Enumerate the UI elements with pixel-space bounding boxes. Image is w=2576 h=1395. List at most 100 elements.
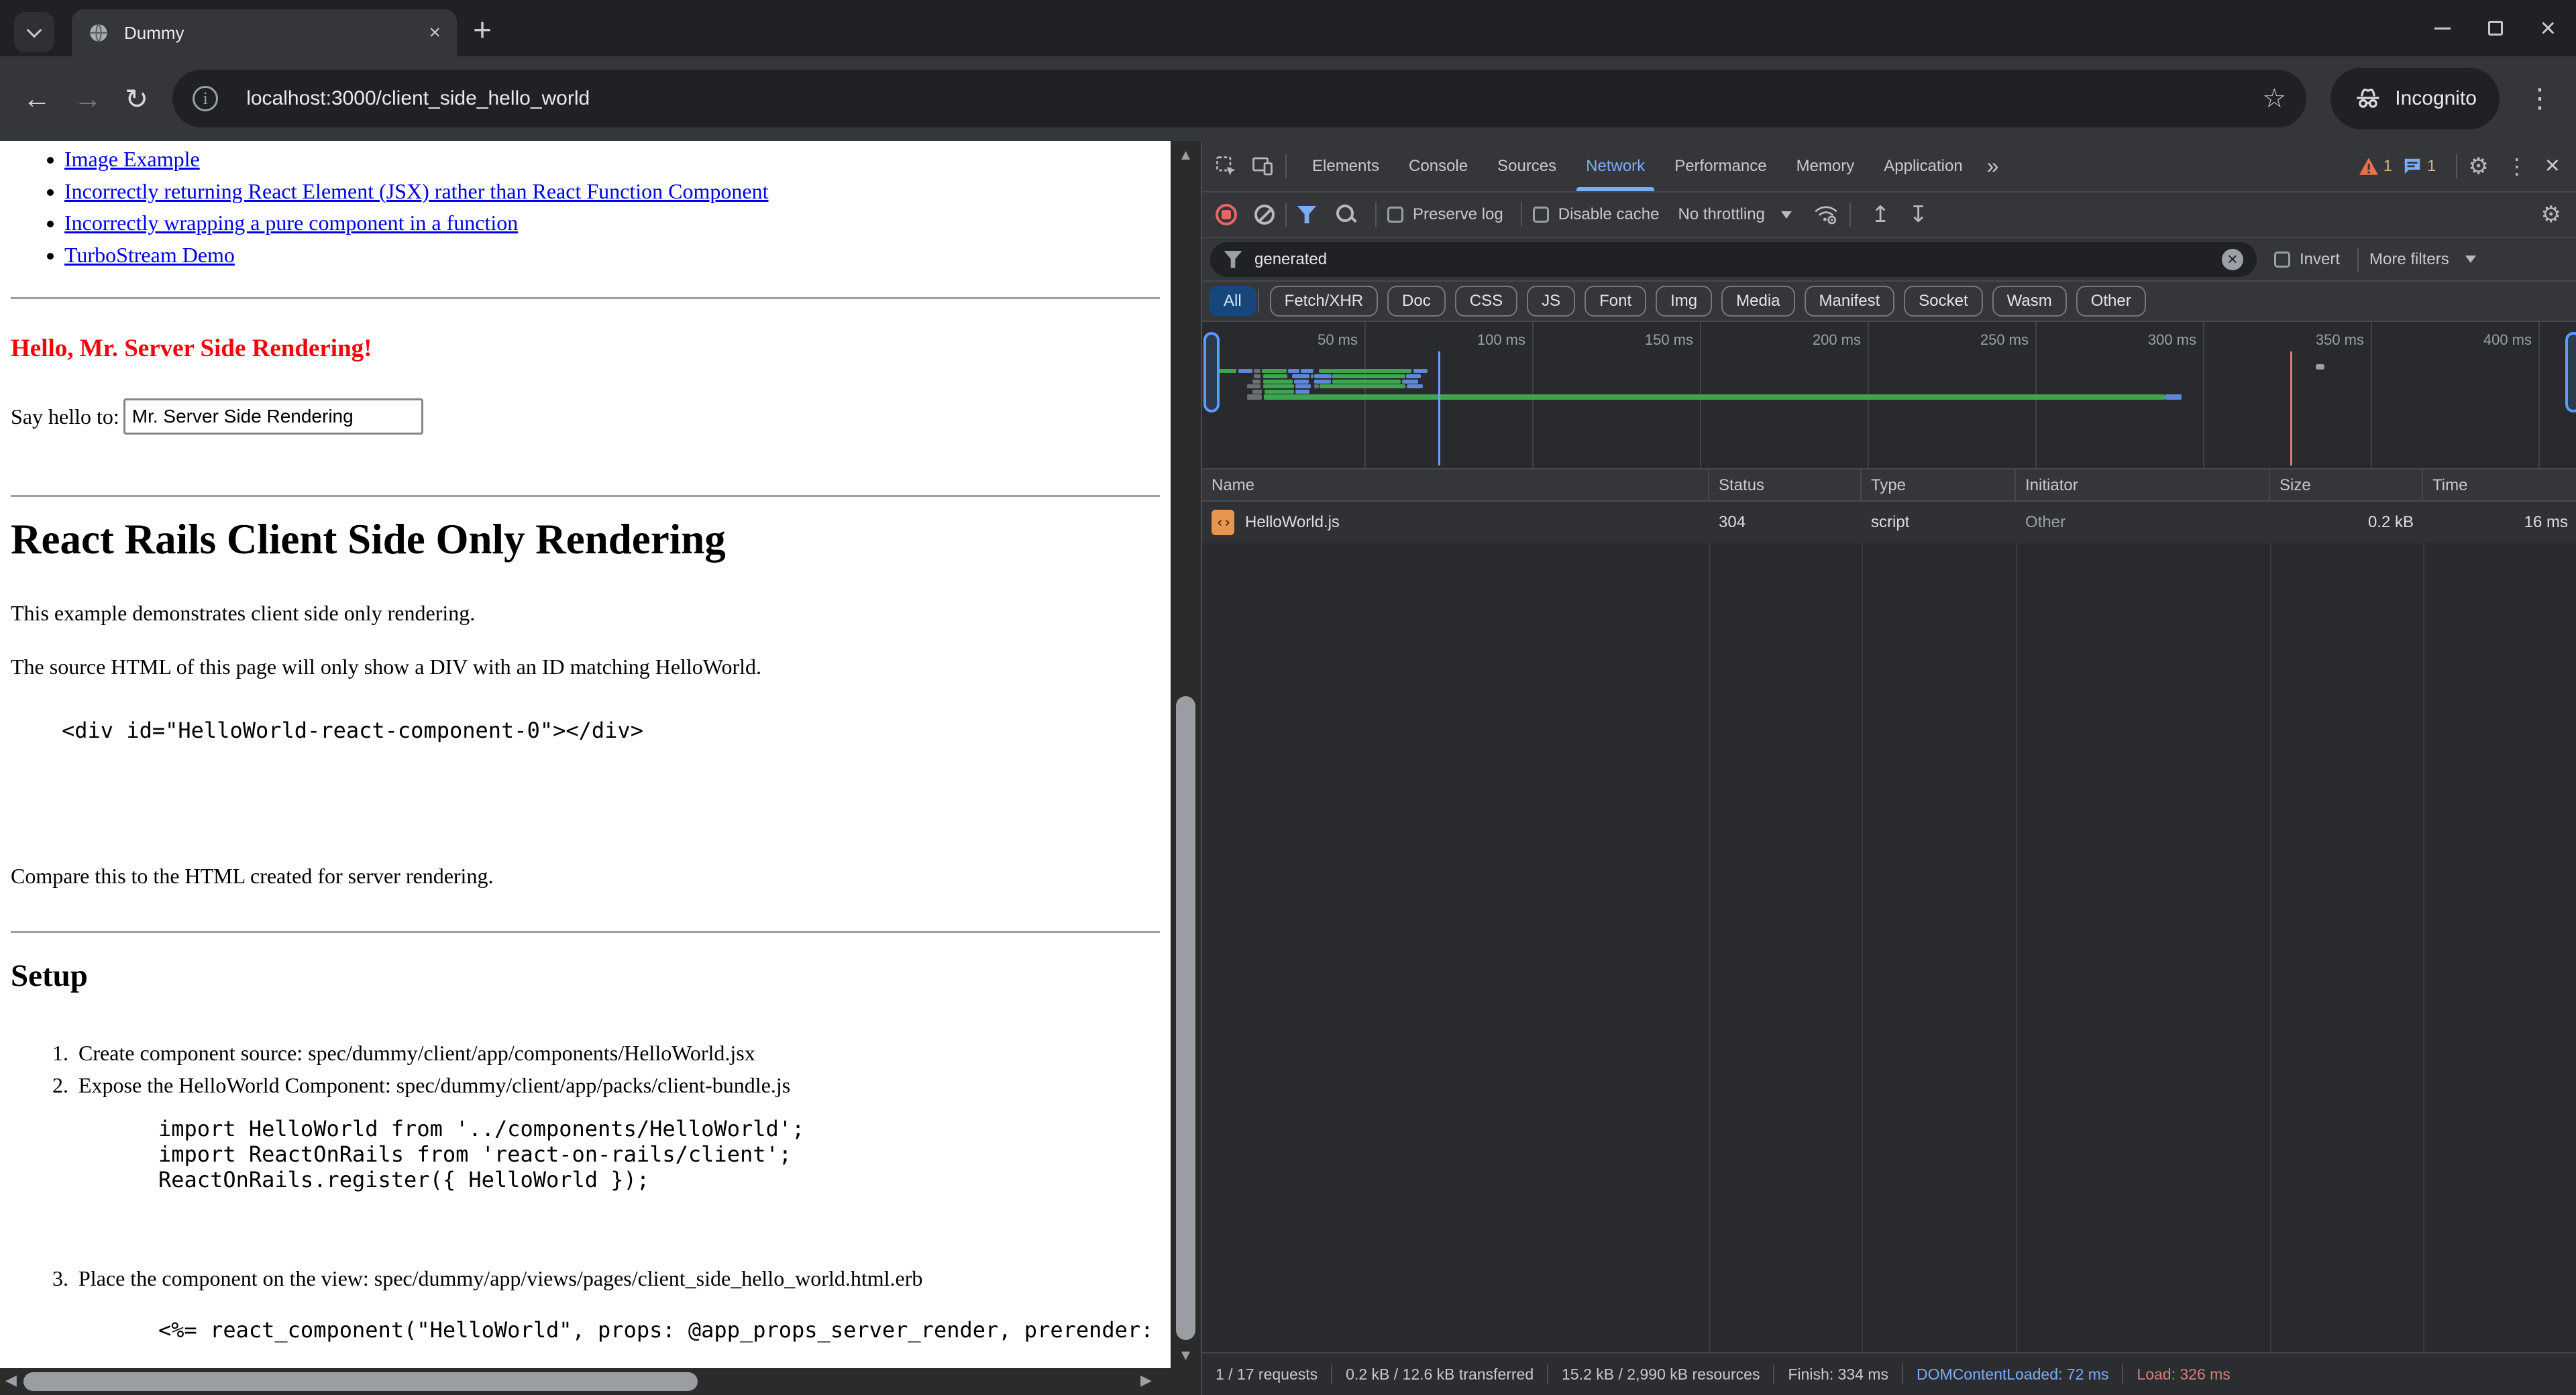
forward-icon[interactable]: → bbox=[74, 82, 102, 115]
restore-window-icon[interactable] bbox=[2488, 21, 2503, 36]
network-conditions-icon[interactable] bbox=[1813, 204, 1839, 225]
export-har-icon[interactable]: ↧ bbox=[1909, 201, 1928, 228]
tab-close-icon[interactable]: × bbox=[429, 23, 441, 43]
tab-search-button[interactable] bbox=[14, 12, 54, 52]
disable-cache-checkbox[interactable] bbox=[1533, 207, 1549, 223]
column-header-type[interactable]: Type bbox=[1862, 469, 2016, 502]
chip-img[interactable]: Img bbox=[1656, 286, 1712, 317]
chip-other[interactable]: Other bbox=[2076, 286, 2146, 317]
warning-count: 1 bbox=[2383, 157, 2392, 176]
column-header-initiator[interactable]: Initiator bbox=[2016, 469, 2270, 502]
back-icon[interactable]: ← bbox=[23, 82, 51, 115]
filter-icon[interactable] bbox=[1297, 206, 1316, 223]
link-pure-component[interactable]: Incorrectly wrapping a pure component in… bbox=[64, 211, 518, 235]
devtools-close-icon[interactable]: × bbox=[2545, 152, 2560, 180]
chevron-down-icon bbox=[2465, 256, 2476, 263]
filter-input[interactable]: generated × bbox=[1210, 242, 2257, 277]
scroll-right-icon[interactable]: ▶ bbox=[1140, 1372, 1152, 1389]
tab-sources[interactable]: Sources bbox=[1483, 141, 1571, 191]
preserve-log-checkbox[interactable] bbox=[1387, 207, 1403, 223]
column-header-size[interactable]: Size bbox=[2270, 469, 2423, 502]
chip-doc[interactable]: Doc bbox=[1387, 286, 1446, 317]
issues-icon[interactable] bbox=[2402, 156, 2423, 176]
chip-font[interactable]: Font bbox=[1585, 286, 1646, 317]
filter-value[interactable]: generated bbox=[1254, 250, 2210, 269]
bookmark-star-icon[interactable]: ☆ bbox=[2262, 83, 2286, 114]
request-status-cell[interactable]: 304 bbox=[1709, 502, 1862, 543]
search-icon[interactable] bbox=[1336, 205, 1356, 225]
close-window-icon[interactable]: × bbox=[2540, 15, 2556, 42]
tab-performance[interactable]: Performance bbox=[1660, 141, 1781, 191]
scroll-left-icon[interactable]: ◀ bbox=[5, 1372, 17, 1389]
tab-elements[interactable]: Elements bbox=[1297, 141, 1394, 191]
reload-icon[interactable]: ↻ bbox=[125, 82, 148, 115]
column-header-status[interactable]: Status bbox=[1709, 469, 1862, 502]
chip-css[interactable]: CSS bbox=[1455, 286, 1517, 317]
column-divider[interactable] bbox=[2270, 502, 2271, 1352]
scroll-down-icon[interactable]: ▼ bbox=[1171, 1347, 1201, 1364]
inspect-element-icon[interactable] bbox=[1214, 154, 1238, 178]
request-type-cell[interactable]: script bbox=[1862, 502, 2016, 543]
network-settings-icon[interactable]: ⚙ bbox=[2541, 201, 2561, 228]
column-divider[interactable] bbox=[1709, 502, 1711, 1352]
throttling-select[interactable]: No throttling bbox=[1678, 205, 1764, 224]
tab-console[interactable]: Console bbox=[1394, 141, 1483, 191]
devtools-menu-icon[interactable]: ⋮ bbox=[2506, 154, 2528, 179]
column-header-time[interactable]: Time bbox=[2423, 469, 2576, 502]
chip-manifest[interactable]: Manifest bbox=[1805, 286, 1895, 317]
horizontal-scrollbar[interactable]: ◀ ▶ bbox=[0, 1368, 1201, 1395]
minimize-window-icon[interactable] bbox=[2434, 27, 2451, 30]
scroll-up-icon[interactable]: ▲ bbox=[1171, 146, 1201, 164]
tab-memory[interactable]: Memory bbox=[1782, 141, 1870, 191]
divider bbox=[1521, 203, 1522, 227]
browser-tab[interactable]: Dummy × bbox=[72, 9, 457, 56]
site-info-icon[interactable]: i bbox=[193, 86, 218, 111]
setup-heading: Setup bbox=[11, 958, 1160, 994]
code-import-line-1: import HelloWorld from '../components/He… bbox=[158, 1116, 1160, 1141]
request-size-cell[interactable]: 0.2 kB bbox=[2270, 502, 2423, 543]
browser-menu-icon[interactable]: ⋮ bbox=[2526, 83, 2553, 114]
vertical-scrollbar[interactable]: ▲ ▼ bbox=[1171, 141, 1201, 1368]
chip-fetch-xhr[interactable]: Fetch/XHR bbox=[1270, 286, 1378, 317]
network-overview-timeline[interactable]: 50 ms 100 ms 150 ms 200 ms 250 ms 300 ms… bbox=[1202, 322, 2576, 469]
column-divider[interactable] bbox=[1862, 502, 1863, 1352]
new-tab-button[interactable]: + bbox=[473, 12, 492, 49]
invert-checkbox[interactable] bbox=[2274, 252, 2290, 268]
chip-wasm[interactable]: Wasm bbox=[1992, 286, 2067, 317]
clear-filter-icon[interactable]: × bbox=[2222, 249, 2243, 270]
vertical-scroll-thumb[interactable] bbox=[1176, 696, 1195, 1340]
request-time-cell[interactable]: 16 ms bbox=[2423, 502, 2576, 543]
devtools-settings-icon[interactable]: ⚙ bbox=[2468, 153, 2488, 180]
request-name-cell[interactable]: HelloWorld.js bbox=[1202, 502, 1709, 543]
column-divider[interactable] bbox=[2016, 502, 2017, 1352]
chip-media[interactable]: Media bbox=[1721, 286, 1794, 317]
link-jsx-element[interactable]: Incorrectly returning React Element (JSX… bbox=[64, 179, 768, 203]
device-toolbar-icon[interactable] bbox=[1250, 154, 1275, 178]
timeline-left-handle[interactable] bbox=[1203, 332, 1220, 412]
chip-socket[interactable]: Socket bbox=[1904, 286, 1982, 317]
horizontal-scroll-thumb[interactable] bbox=[23, 1372, 698, 1391]
tab-network[interactable]: Network bbox=[1571, 141, 1660, 191]
more-tabs-icon[interactable]: » bbox=[1978, 154, 2006, 178]
warning-icon[interactable] bbox=[2358, 157, 2379, 176]
script-file-icon bbox=[1212, 510, 1234, 535]
name-input[interactable] bbox=[123, 398, 423, 435]
timeline-right-handle[interactable] bbox=[2565, 332, 2576, 412]
link-image-example[interactable]: Image Example bbox=[64, 147, 200, 171]
import-har-icon[interactable]: ↥ bbox=[1871, 201, 1890, 228]
url-text[interactable]: localhost:3000/client_side_hello_world bbox=[246, 87, 2262, 110]
address-bar[interactable]: i localhost:3000/client_side_hello_world… bbox=[172, 70, 2306, 127]
table-row[interactable]: HelloWorld.js 304 script Other 0.2 kB 16… bbox=[1202, 502, 2576, 543]
clear-network-log-icon[interactable] bbox=[1254, 205, 1275, 225]
chip-js[interactable]: JS bbox=[1527, 286, 1575, 317]
link-turbostream[interactable]: TurboStream Demo bbox=[64, 243, 235, 267]
finish-time: Finish: 334 ms bbox=[1788, 1365, 1888, 1384]
tab-title: Dummy bbox=[124, 23, 414, 44]
column-divider[interactable] bbox=[2423, 502, 2424, 1352]
column-header-name[interactable]: Name bbox=[1202, 469, 1709, 502]
more-filters-button[interactable]: More filters bbox=[2369, 250, 2449, 269]
chip-all[interactable]: All bbox=[1209, 286, 1256, 317]
request-initiator-cell[interactable]: Other bbox=[2016, 502, 2270, 543]
record-network-log-icon[interactable] bbox=[1216, 204, 1237, 225]
tab-application[interactable]: Application bbox=[1869, 141, 1977, 191]
